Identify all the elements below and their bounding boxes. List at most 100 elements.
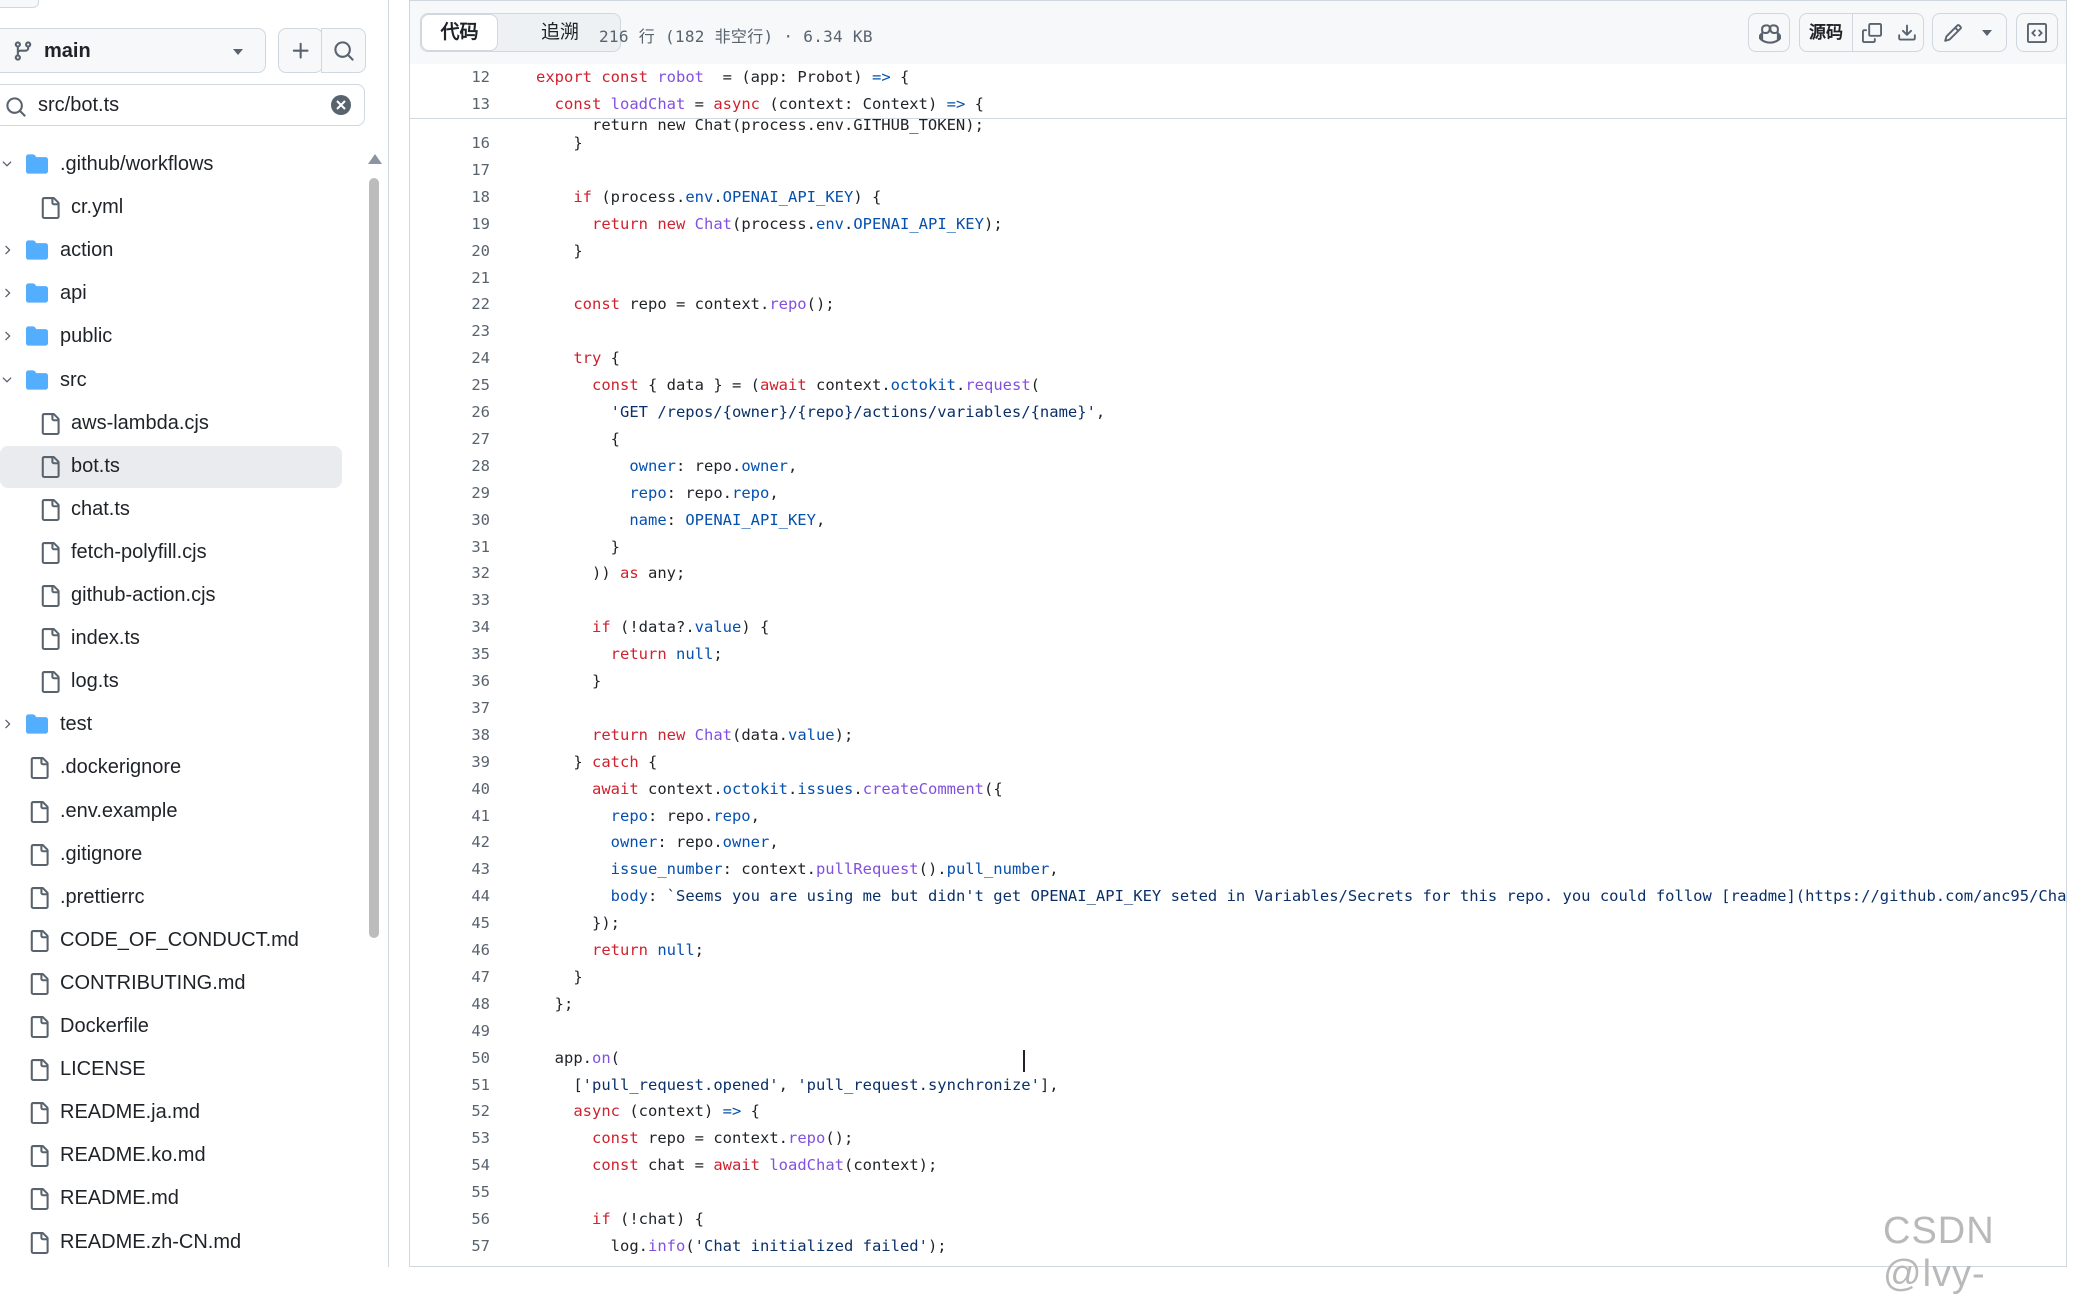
- line-number[interactable]: 56: [410, 1210, 490, 1228]
- code-line[interactable]: if (!chat) {: [536, 1210, 704, 1228]
- tree-file[interactable]: Dockerfile: [0, 1006, 342, 1048]
- tree-file[interactable]: CONTRIBUTING.md: [0, 963, 342, 1005]
- tree-file[interactable]: .prettierrc: [0, 877, 342, 919]
- tree-file[interactable]: cr.yml: [0, 187, 342, 229]
- code-line[interactable]: return null;: [536, 645, 723, 663]
- code-line[interactable]: return new Chat(data.value);: [536, 726, 853, 744]
- tree-file[interactable]: bot.ts: [0, 445, 342, 488]
- code-line[interactable]: return null;: [536, 941, 704, 959]
- code-line[interactable]: )) as any;: [536, 564, 685, 582]
- chevron-down-icon[interactable]: [0, 373, 14, 392]
- tree-file[interactable]: github-action.cjs: [0, 575, 342, 617]
- line-number[interactable]: 49: [410, 1022, 490, 1040]
- code-line[interactable]: log.info('Chat initialized failed');: [536, 1237, 947, 1255]
- code-line[interactable]: repo: repo.repo,: [536, 484, 778, 502]
- copilot-button[interactable]: [1748, 13, 1790, 52]
- tree-file[interactable]: chat.ts: [0, 489, 342, 531]
- tree-scrollbar-thumb[interactable]: [369, 178, 379, 938]
- code-line[interactable]: });: [536, 914, 620, 932]
- code-line[interactable]: async (context) => {: [536, 1102, 760, 1120]
- chevron-down-icon[interactable]: [0, 157, 14, 176]
- tab-code[interactable]: 代码: [421, 14, 498, 51]
- line-number[interactable]: 51: [410, 1076, 490, 1094]
- line-number[interactable]: 55: [410, 1183, 490, 1201]
- code-line[interactable]: owner: repo.owner,: [536, 457, 797, 475]
- tree-folder[interactable]: .github/workflows: [0, 144, 342, 186]
- tree-file[interactable]: LICENSE: [0, 1049, 342, 1091]
- pencil-icon[interactable]: [1943, 23, 1963, 43]
- line-number[interactable]: 20: [410, 242, 490, 260]
- scroll-up-arrow-icon[interactable]: [368, 154, 382, 164]
- tree-file[interactable]: log.ts: [0, 661, 342, 703]
- line-number[interactable]: 32: [410, 564, 490, 582]
- tree-folder[interactable]: public: [0, 316, 342, 358]
- line-number[interactable]: 47: [410, 968, 490, 986]
- line-number[interactable]: 29: [410, 484, 490, 502]
- line-number[interactable]: 42: [410, 833, 490, 851]
- line-number[interactable]: 27: [410, 430, 490, 448]
- code-line[interactable]: return new Chat(process.env.OPENAI_API_K…: [536, 215, 1003, 233]
- symbols-panel-button[interactable]: [2016, 13, 2058, 52]
- chevron-right-icon[interactable]: [0, 717, 14, 736]
- code-line[interactable]: const chat = await loadChat(context);: [536, 1156, 937, 1174]
- download-icon[interactable]: [1897, 23, 1917, 43]
- line-number[interactable]: 38: [410, 726, 490, 744]
- line-number[interactable]: 54: [410, 1156, 490, 1174]
- line-number[interactable]: 33: [410, 591, 490, 609]
- tree-file[interactable]: .env.example: [0, 791, 342, 833]
- code-line[interactable]: issue_number: context.pullRequest().pull…: [536, 860, 1059, 878]
- tree-file[interactable]: README.md: [0, 1178, 342, 1220]
- line-number[interactable]: 52: [410, 1102, 490, 1120]
- code-line[interactable]: app.on(: [536, 1049, 620, 1067]
- code-line[interactable]: const loadChat = async (context: Context…: [536, 95, 984, 113]
- tree-file[interactable]: .gitignore: [0, 834, 342, 876]
- code-line[interactable]: {: [536, 430, 620, 448]
- collapse-tab[interactable]: [0, 0, 39, 8]
- line-number[interactable]: 25: [410, 376, 490, 394]
- code-line[interactable]: }: [536, 672, 601, 690]
- line-number[interactable]: 53: [410, 1129, 490, 1147]
- code-line[interactable]: const { data } = (await context.octokit.…: [536, 376, 1040, 394]
- tree-file[interactable]: fetch-polyfill.cjs: [0, 532, 342, 574]
- code-line[interactable]: await context.octokit.issues.createComme…: [536, 780, 1003, 798]
- line-number[interactable]: 24: [410, 349, 490, 367]
- page-scrollbar[interactable]: [2068, 0, 2093, 1267]
- line-number[interactable]: 31: [410, 538, 490, 556]
- code-line[interactable]: }: [536, 242, 582, 260]
- code-line[interactable]: owner: repo.owner,: [536, 833, 779, 851]
- code-line[interactable]: }: [536, 968, 582, 986]
- line-number[interactable]: 39: [410, 753, 490, 771]
- line-number[interactable]: 17: [410, 161, 490, 179]
- line-number[interactable]: 16: [410, 134, 490, 152]
- line-number[interactable]: 37: [410, 699, 490, 717]
- tree-file[interactable]: index.ts: [0, 618, 342, 660]
- code-line[interactable]: body: `Seems you are using me but didn't…: [536, 887, 2066, 905]
- tree-folder[interactable]: action: [0, 230, 342, 272]
- code-line[interactable]: repo: repo.repo,: [536, 807, 760, 825]
- line-number[interactable]: 21: [410, 269, 490, 287]
- triangle-down-icon[interactable]: [1981, 29, 1993, 37]
- tree-folder[interactable]: api: [0, 273, 342, 315]
- code-line[interactable]: if (process.env.OPENAI_API_KEY) {: [536, 188, 881, 206]
- line-number[interactable]: 43: [410, 860, 490, 878]
- code-line[interactable]: const repo = context.repo();: [536, 1129, 853, 1147]
- code-line[interactable]: 'GET /repos/{owner}/{repo}/actions/varia…: [536, 403, 1106, 421]
- line-number[interactable]: 18: [410, 188, 490, 206]
- edit-button-group[interactable]: [1932, 13, 2007, 52]
- tree-file[interactable]: README.zh-CN.md: [0, 1222, 342, 1264]
- code-line[interactable]: }: [536, 538, 620, 556]
- line-number[interactable]: 19: [410, 215, 490, 233]
- line-number[interactable]: 28: [410, 457, 490, 475]
- code-line[interactable]: if (!data?.value) {: [536, 618, 769, 636]
- code-line[interactable]: try {: [536, 349, 620, 367]
- add-file-button[interactable]: [278, 28, 323, 73]
- line-number[interactable]: 36: [410, 672, 490, 690]
- copy-icon[interactable]: [1862, 23, 1882, 43]
- line-number[interactable]: 30: [410, 511, 490, 529]
- line-number[interactable]: 26: [410, 403, 490, 421]
- code-line[interactable]: };: [536, 995, 574, 1013]
- go-to-file-input[interactable]: src/bot.ts: [0, 84, 365, 126]
- tree-folder[interactable]: test: [0, 704, 342, 746]
- search-code-button[interactable]: [321, 28, 366, 73]
- raw-button[interactable]: 源码: [1800, 14, 1853, 51]
